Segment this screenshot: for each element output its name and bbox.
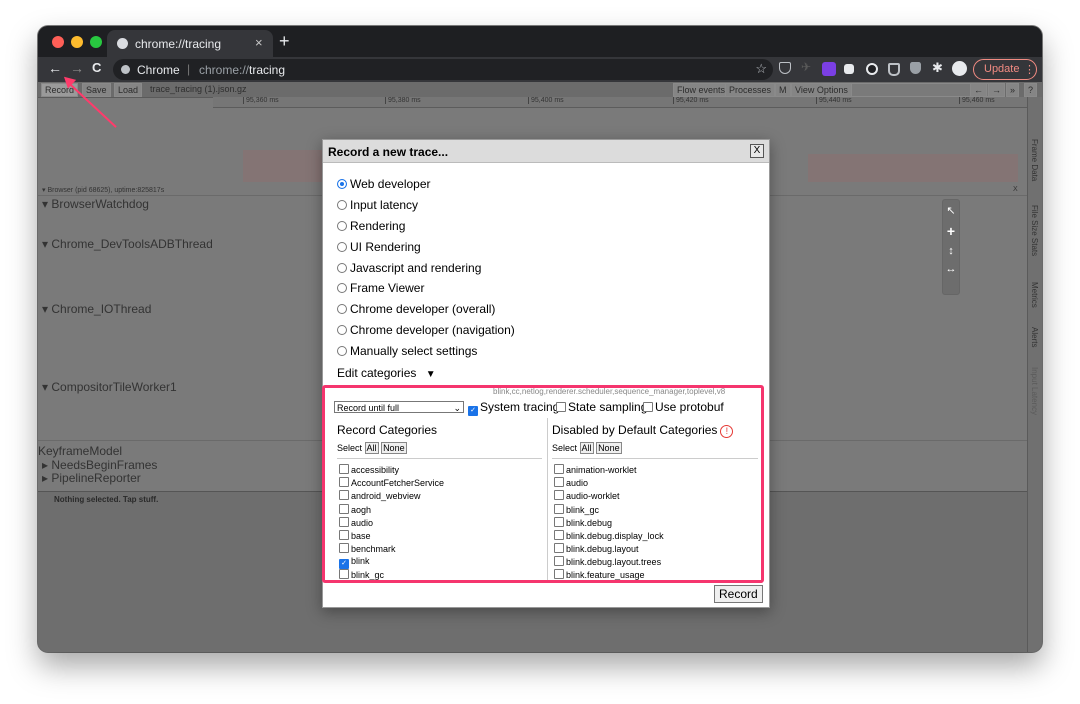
site-name: Chrome <box>137 63 180 77</box>
radio-icon[interactable] <box>337 346 347 356</box>
update-button[interactable]: Update ⋮ <box>973 59 1037 80</box>
title-bar: chrome://tracing × + <box>38 26 1042 57</box>
address-bar[interactable]: Chrome | chrome://tracing ☆ <box>113 59 773 80</box>
tab-tracing[interactable]: chrome://tracing × <box>107 30 273 57</box>
tab-title: chrome://tracing <box>135 37 222 51</box>
ruler-tick: 95,420 ms <box>673 97 709 104</box>
selection-status: Nothing selected. Tap stuff. <box>54 495 159 504</box>
edit-categories-toggle[interactable]: Edit categories ▼ <box>337 366 436 380</box>
time-ruler: 95,360 ms 95,380 ms 95,400 ms 95,420 ms … <box>213 97 1027 108</box>
track-needsbeginframes[interactable]: ▸ NeedsBeginFrames <box>42 458 157 472</box>
metadata-button[interactable]: M <box>775 83 791 97</box>
radio-icon[interactable] <box>337 179 347 189</box>
chrome-logo-icon <box>121 65 130 74</box>
url-text: chrome://tracing <box>199 63 286 77</box>
tab-close-icon[interactable]: × <box>255 35 263 50</box>
process-close-icon[interactable]: X <box>1013 186 1018 193</box>
track-pipelinereporter[interactable]: ▸ PipelineReporter <box>42 471 141 485</box>
side-panel-tabs: Frame Data File Size Stats Metrics Alert… <box>1027 97 1042 652</box>
tab-frame-data[interactable]: Frame Data <box>1030 139 1039 181</box>
preset-rendering[interactable]: Rendering <box>337 219 405 233</box>
address-separator: | <box>187 62 191 76</box>
thread-devtoolsadb[interactable]: ▾ Chrome_DevToolsADBThread <box>42 237 213 251</box>
select-mode-icon[interactable]: ↖ <box>943 204 959 217</box>
preset-ui-rendering[interactable]: UI Rendering <box>337 240 421 254</box>
radio-icon[interactable] <box>337 242 347 252</box>
thread-compositortileworker[interactable]: ▾ CompositorTileWorker1 <box>42 380 177 394</box>
reload-icon[interactable]: C <box>92 60 101 75</box>
preset-frame-viewer[interactable]: Frame Viewer <box>337 281 424 295</box>
preset-chrome-dev-navigation[interactable]: Chrome developer (navigation) <box>337 323 515 337</box>
preset-input-latency[interactable]: Input latency <box>337 198 418 212</box>
browser-toolbar: ← → C Chrome | chrome://tracing ☆ ✈ ✱ Up… <box>38 57 1042 82</box>
preset-javascript-rendering[interactable]: Javascript and rendering <box>337 261 481 275</box>
more-menu-icon[interactable]: ⋮ <box>1024 63 1035 76</box>
mouse-mode-selector[interactable]: ↖ + ↕ ↔ <box>942 199 960 295</box>
ruler-tick: 95,380 ms <box>385 97 421 104</box>
tab-input-latency[interactable]: Input Latency <box>1030 367 1039 415</box>
nav-end-icon[interactable]: » <box>1006 83 1020 97</box>
minimize-window-button[interactable] <box>71 36 83 48</box>
preset-web-developer[interactable]: Web developer <box>337 177 431 191</box>
radio-icon[interactable] <box>337 283 347 293</box>
ruler-tick: 95,460 ms <box>959 97 995 104</box>
thread-browserwatchdog[interactable]: ▾ BrowserWatchdog <box>42 197 149 211</box>
process-header[interactable]: ▾ Browser (pid 68625), uptime:825817s <box>42 186 164 194</box>
bookmark-star-icon[interactable]: ☆ <box>755 61 767 77</box>
chevron-down-icon: ▼ <box>425 369 436 380</box>
save-button[interactable]: Save <box>82 83 111 97</box>
tab-favicon-icon <box>117 38 128 49</box>
nav-prev-icon[interactable]: ← <box>970 83 987 97</box>
preset-manual[interactable]: Manually select settings <box>337 344 477 358</box>
view-options-button[interactable]: View Options <box>791 83 852 97</box>
tab-alerts[interactable]: Alerts <box>1030 327 1039 347</box>
circle-extension-icon[interactable] <box>866 63 878 75</box>
new-tab-button[interactable]: + <box>279 31 290 52</box>
shield-extension-icon[interactable] <box>888 63 900 76</box>
radio-icon[interactable] <box>337 263 347 273</box>
radio-icon[interactable] <box>337 221 347 231</box>
zoom-mode-icon[interactable]: + <box>943 223 959 239</box>
tracing-toolbar: Record Save Load trace_tracing (1).json.… <box>38 82 1042 98</box>
pocket-icon[interactable] <box>779 62 791 74</box>
track-keyframemodel[interactable]: KeyframeModel <box>38 444 122 458</box>
profile-icon[interactable] <box>952 61 967 76</box>
radio-icon[interactable] <box>337 200 347 210</box>
cpu-activity-block <box>808 154 1018 182</box>
tab-metrics[interactable]: Metrics <box>1030 282 1039 308</box>
puzzle-icon[interactable]: ✱ <box>932 60 946 75</box>
maximize-window-button[interactable] <box>90 36 102 48</box>
dialog-close-button[interactable]: X <box>750 144 764 158</box>
processes-button[interactable]: Processes <box>725 83 776 97</box>
dialog-title: Record a new trace... <box>328 145 449 159</box>
forward-arrow-icon[interactable]: → <box>70 60 84 76</box>
ruler-tick: 95,440 ms <box>816 97 852 104</box>
purple-extension-icon[interactable] <box>822 62 836 76</box>
trace-filename: trace_tracing (1).json.gz <box>150 84 247 94</box>
rocket-icon[interactable]: ✈ <box>801 60 815 74</box>
back-arrow-icon[interactable]: ← <box>48 60 62 76</box>
ruler-tick: 95,400 ms <box>528 97 564 104</box>
thread-iothread[interactable]: ▾ Chrome_IOThread <box>42 302 151 316</box>
tab-file-size-stats[interactable]: File Size Stats <box>1030 205 1039 256</box>
ruler-tick: 95,360 ms <box>243 97 279 104</box>
pan-mode-icon[interactable]: ↕ <box>943 245 959 257</box>
radio-icon[interactable] <box>337 325 347 335</box>
update-label: Update <box>984 63 1020 75</box>
ublock-icon[interactable] <box>910 62 921 74</box>
preset-chrome-dev-overall[interactable]: Chrome developer (overall) <box>337 302 495 316</box>
nav-next-icon[interactable]: → <box>988 83 1005 97</box>
dialog-titlebar: Record a new trace... X <box>323 140 769 163</box>
dark-extension-icon[interactable] <box>844 64 854 74</box>
timing-mode-icon[interactable]: ↔ <box>943 263 959 275</box>
load-button[interactable]: Load <box>114 83 143 97</box>
radio-icon[interactable] <box>337 304 347 314</box>
highlight-box <box>322 385 764 583</box>
flow-events-button[interactable]: Flow events <box>673 83 730 97</box>
close-window-button[interactable] <box>52 36 64 48</box>
help-icon[interactable]: ? <box>1024 83 1038 97</box>
dialog-record-button[interactable]: Record <box>714 585 763 603</box>
